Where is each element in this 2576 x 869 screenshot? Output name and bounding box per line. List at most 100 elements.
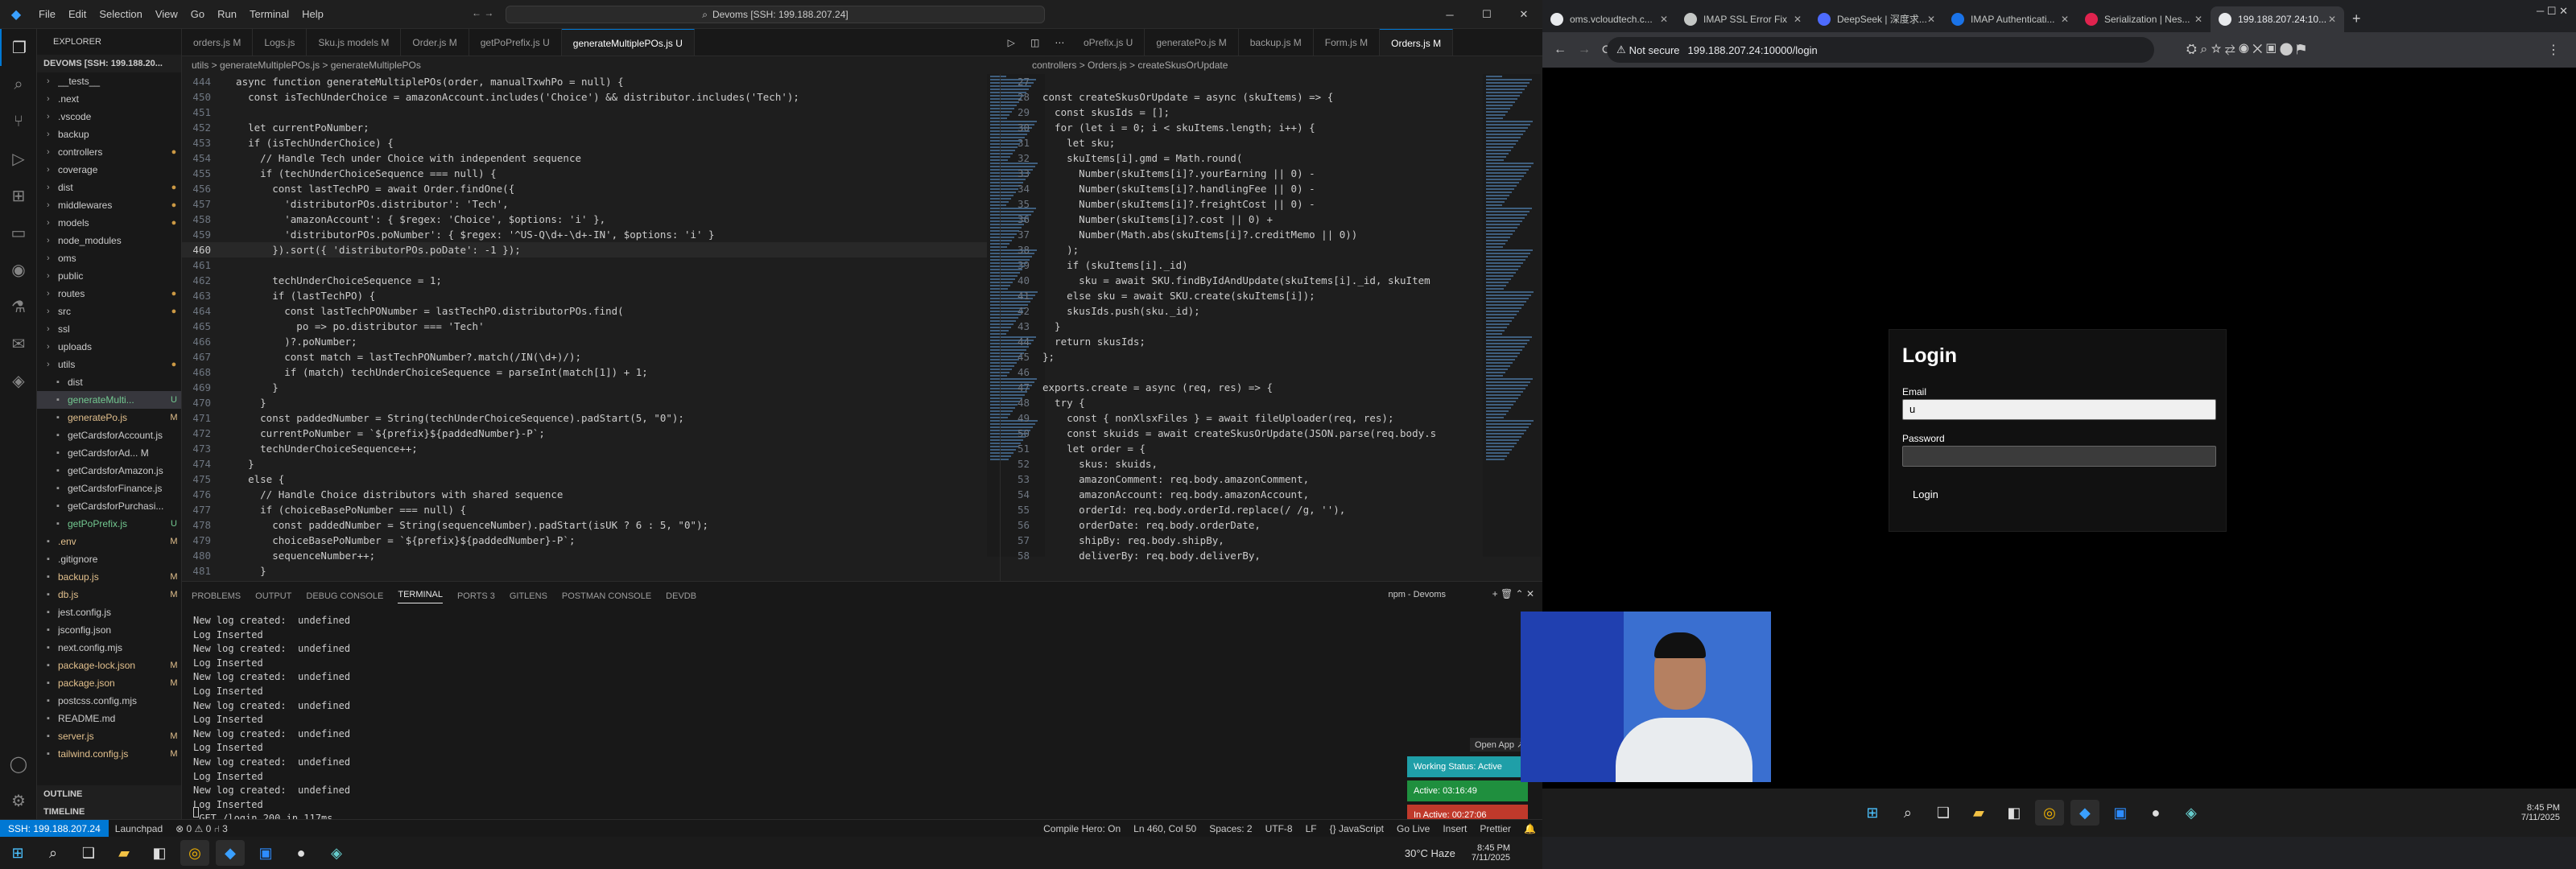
workspace-root[interactable]: DEVOMS [SSH: 199.188.20... (37, 55, 181, 72)
run-icon[interactable]: ▷ (1008, 37, 1015, 48)
file-tree-item[interactable]: › .vscode (37, 108, 181, 126)
terminal-output[interactable]: New log created: undefined Log Inserted Ne… (193, 614, 350, 826)
forward-icon[interactable]: → (1578, 43, 1591, 57)
encoding[interactable]: UTF-8 (1265, 823, 1293, 834)
breadcrumb-left[interactable]: utils > generateMultiplePOs.js > generat… (182, 56, 987, 74)
code-line[interactable]: 470 } (182, 395, 987, 410)
file-tree-item[interactable]: ▪ package.json M (37, 674, 181, 692)
menu-item-edit[interactable]: Edit (68, 8, 86, 20)
search-icon[interactable]: ⌕ (0, 66, 37, 103)
file-tree-item[interactable]: › src ● (37, 303, 181, 320)
code-line[interactable]: 33 Number(skuItems[i]?.yourEarning || 0)… (1001, 166, 1483, 181)
code-line[interactable]: 58 deliverBy: req.body.deliverBy, (1001, 548, 1483, 563)
chrome-taskbar-icon[interactable]: ◎ (2034, 800, 2064, 826)
outline-section[interactable]: OUTLINE (37, 785, 181, 803)
editor-tab[interactable]: orders.js M (182, 29, 254, 56)
file-explorer-icon[interactable]: ▰ (1964, 800, 1993, 826)
tab-close-icon[interactable]: ✕ (1660, 6, 1668, 32)
code-line[interactable]: 460 }).sort({ 'distributorPOs.poDate': -… (182, 242, 987, 257)
file-tree-item[interactable]: ▪ backup.js M (37, 568, 181, 586)
chrome-menu-icon[interactable]: ⋮ (2547, 42, 2560, 58)
panel-tab[interactable]: GITLENS (510, 591, 547, 601)
vscode-taskbar-icon[interactable]: ◆ (216, 840, 245, 866)
menu-item-help[interactable]: Help (302, 8, 324, 20)
email-field[interactable]: u (1902, 399, 2216, 420)
code-line[interactable]: 40 sku = await SKU.findByIdAndUpdate(sku… (1001, 273, 1483, 288)
code-line[interactable]: 56 orderDate: req.body.orderDate, (1001, 517, 1483, 533)
file-tree-item[interactable]: ▪ generateMulti... U (37, 391, 181, 409)
file-explorer-icon[interactable]: ▰ (109, 840, 138, 866)
address-bar[interactable]: ⚠ Not secure 199.188.207.24:10000/login (1607, 37, 2154, 63)
editor-tab[interactable]: Orders.js M (1380, 29, 1454, 56)
code-line[interactable]: 466 )?.poNumber; (182, 334, 987, 349)
file-tree-item[interactable]: ▪ getCardsforPurchasi... (37, 497, 181, 515)
editor-tab[interactable]: getPoPrefix.js U (469, 29, 562, 56)
file-tree-item[interactable]: ▪ getCardsforAmazon.js (37, 462, 181, 480)
vscode-taskbar-icon[interactable]: ◆ (2070, 800, 2099, 826)
code-line[interactable]: 477 if (choiceBasePoNumber === null) { (182, 502, 987, 517)
code-line[interactable]: 475 else { (182, 472, 987, 487)
code-line[interactable]: 51 let order = { (1001, 441, 1483, 456)
code-line[interactable]: 32 skuItems[i].gmd = Math.round( (1001, 150, 1483, 166)
code-line[interactable]: 464 const lastTechPONumber = lastTechPO.… (182, 303, 987, 319)
search-icon[interactable]: ⌕ (1893, 800, 1922, 826)
minimize-icon[interactable]: ─ (2537, 5, 2544, 17)
code-line[interactable]: 468 if (match) techUnderChoiceSequence =… (182, 364, 987, 380)
file-tree-item[interactable]: ▪ getCardsforAd... M (37, 444, 181, 462)
browser-tab[interactable]: Serialization | Nes... ✕ (2077, 6, 2211, 32)
code-line[interactable]: 454 // Handle Tech under Choice with ind… (182, 150, 987, 166)
browser-tab[interactable]: DeepSeek | 深度求... ✕ (1810, 6, 1943, 32)
code-line[interactable]: 451 (182, 105, 987, 120)
code-line[interactable]: 459 'distributorPOs.poNumber': { $regex:… (182, 227, 987, 242)
file-tree-item[interactable]: ▪ dist (37, 373, 181, 391)
file-tree-item[interactable]: › backup (37, 126, 181, 143)
more-icon[interactable]: ⋯ (1055, 37, 1064, 48)
file-tree-item[interactable]: ▪ .env M (37, 533, 181, 550)
code-line[interactable]: 28 const createSkusOrUpdate = async (skuI… (1001, 89, 1483, 105)
code-line[interactable]: 444 async function generateMultiplePOs(o… (182, 74, 987, 89)
windows-start-icon[interactable]: ⊞ (1858, 800, 1887, 826)
go-live-button[interactable]: Go Live (1397, 823, 1430, 834)
insert-mode[interactable]: Insert (1443, 823, 1467, 834)
file-tree-item[interactable]: › middlewares ● (37, 196, 181, 214)
menu-item-selection[interactable]: Selection (99, 8, 142, 20)
tab-close-icon[interactable]: ✕ (2194, 6, 2202, 32)
code-line[interactable]: 43 } (1001, 319, 1483, 334)
app-icon[interactable]: ● (287, 840, 316, 866)
menu-item-run[interactable]: Run (217, 8, 237, 20)
close-icon[interactable]: ✕ (1505, 8, 1542, 21)
code-line[interactable]: 452 let currentPoNumber; (182, 120, 987, 135)
remote-indicator[interactable]: SSH: 199.188.207.24 (0, 819, 109, 838)
split-editor-icon[interactable]: ◫ (1030, 37, 1039, 48)
testing-icon[interactable]: ⚗ (0, 288, 37, 325)
code-line[interactable]: 476 // Handle Choice distributors with s… (182, 487, 987, 502)
windows-start-icon[interactable]: ⊞ (3, 840, 32, 866)
code-line[interactable]: 31 let sku; (1001, 135, 1483, 150)
file-tree-item[interactable]: › uploads (37, 338, 181, 356)
password-field[interactable] (1902, 446, 2216, 467)
code-line[interactable]: 57 shipBy: req.body.shipBy, (1001, 533, 1483, 548)
docker-icon[interactable]: ◈ (0, 362, 37, 399)
run-debug-icon[interactable]: ▷ (0, 140, 37, 177)
task-view-icon[interactable]: ❑ (74, 840, 103, 866)
file-tree-item[interactable]: ▪ getCardsforFinance.js (37, 480, 181, 497)
code-line[interactable]: 453 if (isTechUnderChoice) { (182, 135, 987, 150)
code-line[interactable]: 37 Number(Math.abs(skuItems[i]?.creditMe… (1001, 227, 1483, 242)
gitlens-icon[interactable]: ◉ (0, 251, 37, 288)
compile-hero-status[interactable]: Compile Hero: On (1043, 823, 1121, 834)
app2-icon[interactable]: ◈ (322, 840, 351, 866)
code-line[interactable]: 473 techUnderChoiceSequence++; (182, 441, 987, 456)
code-line[interactable]: 465 po => po.distributor === 'Tech' (182, 319, 987, 334)
code-line[interactable]: 472 currentPoNumber = `${prefix}${padded… (182, 426, 987, 441)
terminal-title[interactable]: npm - Devoms (1388, 590, 1446, 599)
code-line[interactable]: 45}; (1001, 349, 1483, 364)
code-line[interactable]: 469 } (182, 380, 987, 395)
account-icon[interactable]: ◯ (0, 745, 37, 782)
timeline-section[interactable]: TIMELINE (37, 803, 181, 821)
extensions-icon[interactable]: ⊞ (0, 177, 37, 214)
code-line[interactable]: 461 (182, 257, 987, 273)
file-tree-item[interactable]: ▪ .gitignore (37, 550, 181, 568)
explorer-icon[interactable]: ❐ (0, 29, 37, 66)
file-tree-item[interactable]: ▪ postcss.config.mjs (37, 692, 181, 710)
code-line[interactable]: 47 exports.create = async (req, res) => { (1001, 380, 1483, 395)
